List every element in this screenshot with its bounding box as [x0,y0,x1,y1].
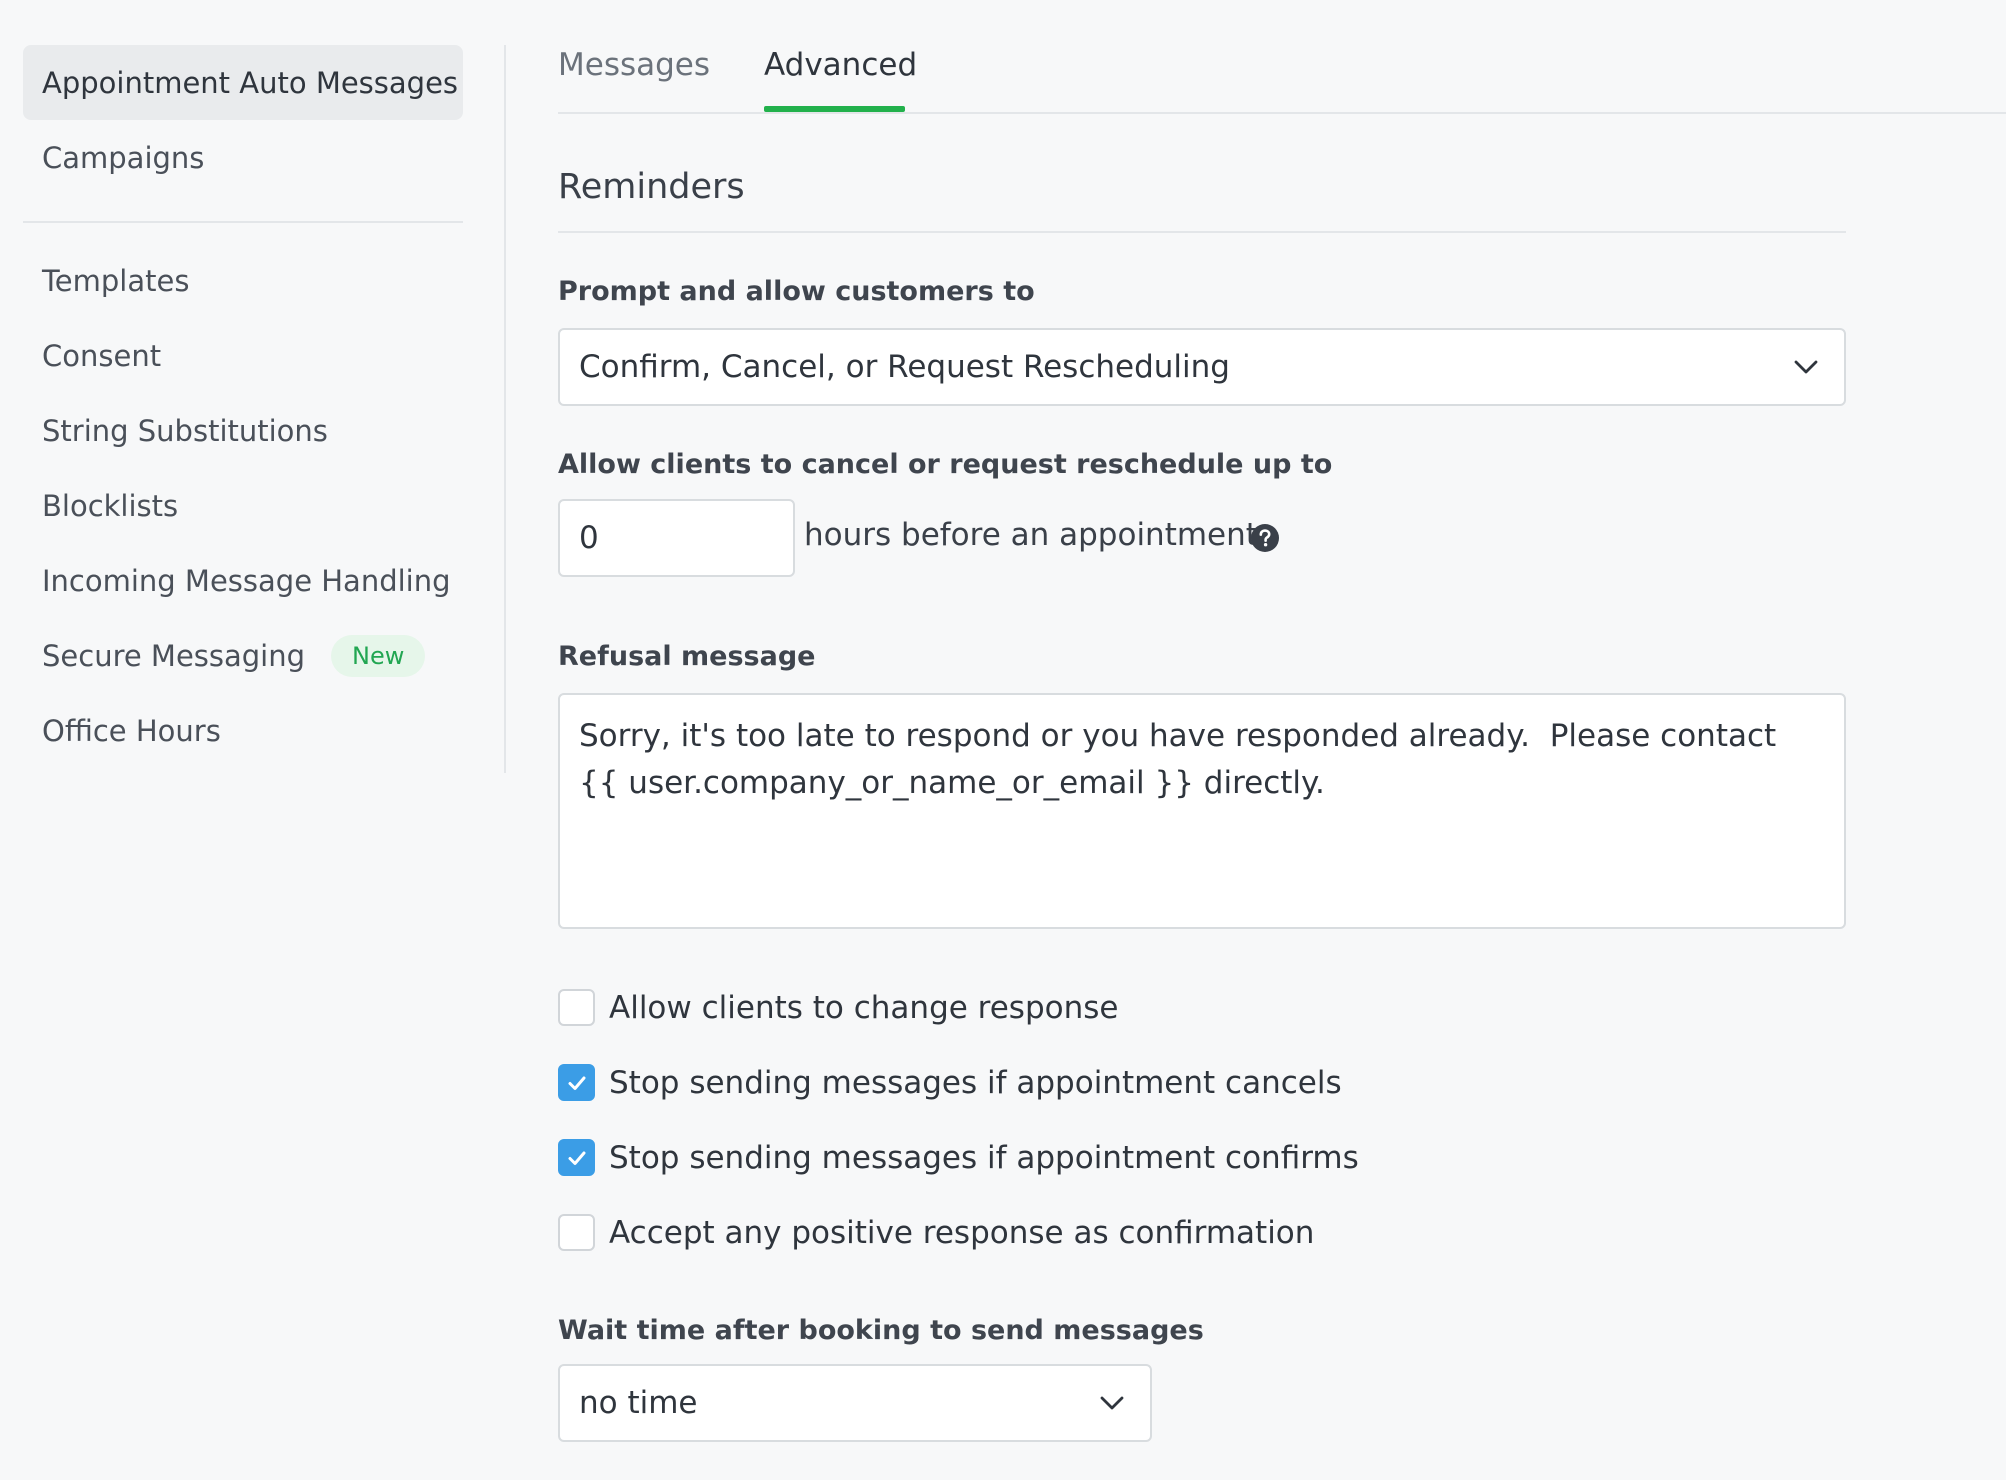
checkbox-label: Stop sending messages if appointment can… [609,1064,1342,1101]
section-divider [558,231,1846,233]
tab-advanced[interactable]: Advanced [764,47,917,83]
chevron-down-icon [1794,360,1818,374]
new-badge: New [331,634,426,677]
wait-time-select[interactable]: no time [558,1364,1152,1442]
sidebar-item-consent[interactable]: Consent [23,318,463,393]
sidebar-item-secure-messaging[interactable]: Secure Messaging New [23,618,463,693]
sidebar-separator [504,45,506,773]
sidebar-item-appointment-auto-messages[interactable]: Appointment Auto Messages [23,45,463,120]
refusal-label: Refusal message [558,641,816,672]
sidebar-item-label: Campaigns [42,140,205,175]
accept-positive-response-option[interactable]: Accept any positive response as confirma… [558,1214,1314,1251]
wait-time-select-value: no time [579,1385,698,1421]
checkbox-label: Stop sending messages if appointment con… [609,1139,1359,1176]
checkbox-label: Allow clients to change response [609,989,1119,1026]
accept-positive-response-checkbox[interactable] [558,1214,595,1251]
wait-time-label: Wait time after booking to send messages [558,1315,1204,1346]
cutoff-hours-suffix: hours before an appointment. [804,517,1268,553]
cutoff-label: Allow clients to cancel or request resch… [558,449,1333,480]
sidebar-item-label: Consent [42,338,162,373]
tab-messages[interactable]: Messages [558,47,710,83]
sidebar-item-string-substitutions[interactable]: String Substitutions [23,393,463,468]
prompt-label: Prompt and allow customers to [558,276,1035,307]
checkmark-icon [568,1076,585,1090]
checkbox-label: Accept any positive response as confirma… [609,1214,1315,1251]
sidebar-item-campaigns[interactable]: Campaigns [23,120,463,195]
stop-on-confirm-checkbox[interactable] [558,1139,595,1176]
sidebar-item-label: Appointment Auto Messages [42,65,459,100]
chevron-down-icon [1100,1396,1124,1410]
stop-on-confirm-option[interactable]: Stop sending messages if appointment con… [558,1139,1359,1176]
question-circle-icon[interactable] [1250,523,1280,553]
sidebar-item-office-hours[interactable]: Office Hours [23,693,463,768]
sidebar-item-incoming-message-handling[interactable]: Incoming Message Handling [23,543,463,618]
tabs-divider [558,112,2006,114]
sidebar-item-label: Incoming Message Handling [42,563,451,598]
allow-change-response-checkbox[interactable] [558,989,595,1026]
prompt-select-value: Confirm, Cancel, or Request Rescheduling [579,349,1230,385]
sidebar-item-label: Secure Messaging [42,638,306,673]
stop-on-cancel-option[interactable]: Stop sending messages if appointment can… [558,1064,1342,1101]
cutoff-hours-input[interactable] [558,499,795,577]
allow-change-response-option[interactable]: Allow clients to change response [558,989,1118,1026]
prompt-select[interactable]: Confirm, Cancel, or Request Rescheduling [558,328,1846,406]
sidebar-item-label: Blocklists [42,488,179,523]
checkmark-icon [568,1151,585,1165]
refusal-message-textarea[interactable]: Sorry, it's too late to respond or you h… [558,693,1846,929]
section-title: Reminders [558,167,745,207]
sidebar-item-label: Office Hours [42,713,221,748]
settings-sidebar: Appointment Auto Messages Campaigns Temp… [23,45,463,768]
sidebar-item-blocklists[interactable]: Blocklists [23,468,463,543]
sidebar-item-label: Templates [42,263,190,298]
sidebar-divider [23,221,463,223]
stop-on-cancel-checkbox[interactable] [558,1064,595,1101]
sidebar-item-label: String Substitutions [42,413,328,448]
sidebar-item-templates[interactable]: Templates [23,243,463,318]
